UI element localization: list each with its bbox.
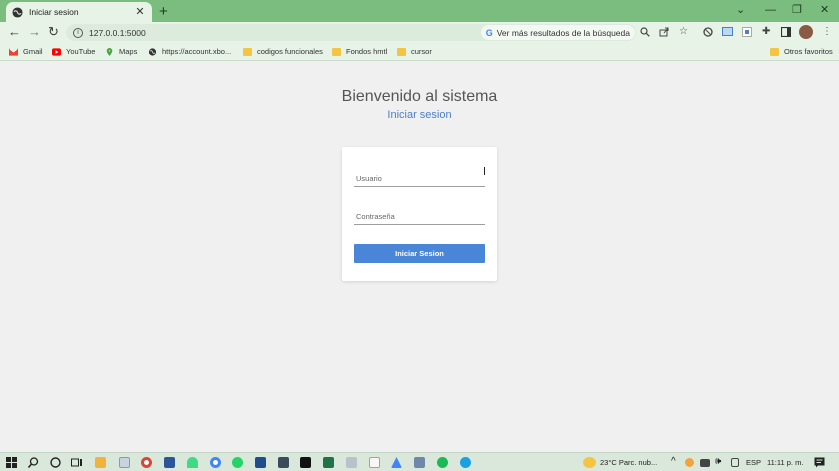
cortana-icon[interactable] (50, 457, 61, 468)
file-explorer-icon[interactable] (95, 457, 106, 468)
page-title: Bienvenido al sistema (341, 88, 498, 105)
globe-icon (12, 6, 23, 18)
url-text[interactable]: 127.0.0.1:5000 (89, 28, 481, 38)
app-icon[interactable] (255, 457, 266, 468)
restore-button[interactable]: ❐ (792, 3, 802, 17)
extension-shield-icon[interactable] (703, 27, 713, 37)
more-menu-icon[interactable]: ⋮ (822, 26, 832, 38)
bookmark-maps[interactable]: Maps (105, 46, 137, 57)
notepad-icon[interactable] (119, 457, 130, 468)
bookmark-label: cursor (411, 47, 432, 56)
extensions-puzzle-icon[interactable]: ✚ (762, 26, 770, 38)
weather-icon[interactable] (583, 457, 596, 468)
whatsapp-icon[interactable] (232, 457, 243, 468)
folder-icon (243, 47, 252, 56)
tab-search-dropdown-icon[interactable]: ⌄ (736, 3, 745, 17)
bookmark-label: Otros favoritos (784, 47, 833, 56)
edge-icon[interactable] (460, 457, 471, 468)
browser-titlebar: Iniciar sesion ✕ + ⌄ — ❐ ✕ (0, 0, 839, 22)
app-icon[interactable] (278, 457, 289, 468)
app-icon[interactable] (414, 457, 425, 468)
bookmark-account-xbox[interactable]: https://account.xbo... (148, 46, 231, 57)
tab-iniciar-sesion[interactable]: Iniciar sesion ✕ (6, 2, 152, 22)
chrome-taskbar-icon[interactable] (141, 457, 152, 468)
app-icon[interactable] (369, 457, 380, 468)
app-icon[interactable] (346, 457, 357, 468)
tab-title: Iniciar sesion (29, 7, 79, 17)
site-info-icon[interactable]: i (73, 27, 83, 38)
spotify-icon[interactable] (437, 457, 448, 468)
bookmark-folder-cursor[interactable]: cursor (397, 46, 432, 57)
gmail-icon (9, 47, 18, 56)
globe-icon (148, 47, 157, 56)
tray-app-icon[interactable] (685, 458, 694, 467)
windows-start-icon[interactable] (6, 457, 17, 468)
drive-icon[interactable] (391, 457, 402, 468)
bookmark-label: Maps (119, 47, 138, 56)
minimize-button[interactable]: — (765, 3, 776, 17)
username-input[interactable] (354, 174, 485, 183)
bookmark-star-icon[interactable]: ☆ (679, 26, 688, 38)
clock[interactable]: 11:11 p. m. (767, 458, 803, 468)
volume-icon[interactable]: 🕪 (715, 456, 721, 468)
maps-icon (106, 47, 113, 56)
youtube-icon (52, 47, 61, 56)
bookmarks-bar: Gmail YouTube Maps https://account.xbo..… (0, 43, 839, 61)
login-link[interactable]: Iniciar sesion (0, 109, 839, 121)
back-button[interactable]: ← (8, 24, 21, 40)
search-icon[interactable] (28, 457, 39, 468)
bookmark-label: https://account.xbo... (162, 47, 232, 56)
bookmark-gmail[interactable]: Gmail (9, 46, 43, 57)
chevron-up-icon[interactable]: ^ (671, 456, 676, 468)
weather-text[interactable]: 23°C Parc. nub... (600, 458, 657, 468)
share-icon[interactable] (659, 27, 669, 37)
profile-avatar[interactable] (799, 25, 813, 39)
folder-icon (397, 47, 406, 56)
excel-icon[interactable] (323, 457, 334, 468)
address-bar[interactable]: i 127.0.0.1:5000 G Ver más resultados de… (66, 24, 636, 41)
password-input[interactable] (354, 212, 485, 221)
network-icon[interactable] (731, 458, 739, 467)
bookmark-folder-codigos[interactable]: codigos funcionales (243, 46, 323, 57)
side-panel-icon[interactable] (781, 27, 791, 37)
reload-button[interactable]: ↻ (48, 24, 59, 40)
pycharm-icon[interactable] (300, 457, 311, 468)
forward-button[interactable]: → (28, 24, 41, 40)
bookmark-label: codigos funcionales (257, 47, 323, 56)
search-suggestion-chip[interactable]: G Ver más resultados de la búsqueda (480, 25, 635, 40)
bookmark-folder-fondos[interactable]: Fondos hmtl (332, 46, 387, 57)
folder-icon (770, 47, 779, 56)
zoom-icon[interactable] (640, 27, 650, 37)
window-close-button[interactable]: ✕ (820, 3, 829, 17)
task-view-icon[interactable] (71, 457, 83, 468)
close-icon[interactable]: ✕ (134, 6, 146, 18)
google-icon: G (485, 27, 493, 38)
new-tab-button[interactable]: + (159, 4, 168, 19)
android-studio-icon[interactable] (187, 457, 198, 468)
chrome-profile-icon[interactable] (210, 457, 221, 468)
extension-page-icon[interactable] (742, 27, 752, 37)
bookmark-label: Gmail (23, 47, 43, 56)
login-card: Iniciar Sesion (342, 147, 497, 281)
extension-screen-icon[interactable] (722, 27, 733, 37)
folder-icon (332, 47, 341, 56)
bookmark-other-favorites[interactable]: Otros favoritos (770, 46, 833, 57)
search-suggestion-text: Ver más resultados de la búsqueda (496, 27, 630, 38)
bookmark-youtube[interactable]: YouTube (52, 46, 95, 57)
taskbar: 23°C Parc. nub... ^ 🕪 ESP 11:11 p. m. (0, 452, 839, 471)
login-submit-button[interactable]: Iniciar Sesion (354, 244, 485, 263)
language-indicator[interactable]: ESP (746, 458, 761, 468)
username-field[interactable] (354, 165, 485, 187)
bookmark-label: Fondos hmtl (346, 47, 388, 56)
notifications-icon[interactable] (814, 457, 825, 468)
text-cursor (484, 167, 485, 175)
browser-toolbar: ← → ↻ i 127.0.0.1:5000 G Ver más resulta… (0, 22, 839, 43)
password-field[interactable] (354, 203, 485, 225)
battery-icon[interactable] (700, 459, 710, 467)
bookmark-label: YouTube (66, 47, 96, 56)
word-icon[interactable] (164, 457, 175, 468)
